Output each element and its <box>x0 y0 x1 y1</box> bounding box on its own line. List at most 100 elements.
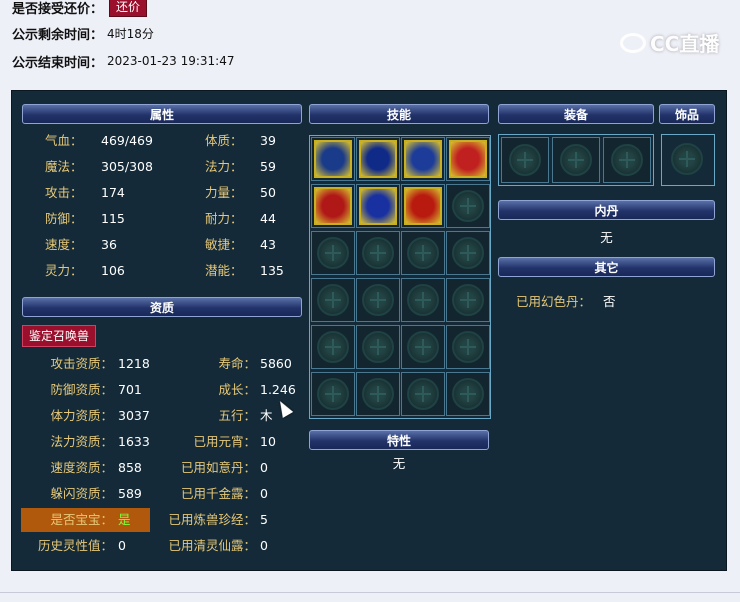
skill-slot[interactable] <box>401 184 445 228</box>
equipment-slot-2[interactable] <box>552 137 600 183</box>
skill-slot[interactable] <box>356 184 400 228</box>
empty-slot-icon <box>407 284 439 316</box>
aptitude-value: 858 <box>118 460 142 475</box>
equipment-slot-1[interactable] <box>501 137 549 183</box>
aptitude-label: 历史灵性值： <box>37 538 113 553</box>
empty-slot-icon <box>452 331 484 363</box>
cc-logo-icon <box>620 32 646 53</box>
aptitude-value-2: 0 <box>260 538 268 553</box>
aptitude-label-2: 已用清灵仙露： <box>168 538 256 553</box>
aptitude-label-2: 已用千金露： <box>180 486 256 501</box>
equipment-slot-3[interactable] <box>603 137 651 183</box>
attribute-value-2: 44 <box>260 211 276 226</box>
aptitude-label: 是否宝宝： <box>50 512 113 527</box>
empty-slot-icon <box>452 237 484 269</box>
attribute-label-2: 敏捷： <box>205 237 243 252</box>
empty-slot-icon <box>362 378 394 410</box>
skeleton-skill-icon <box>314 187 352 225</box>
skill-slot[interactable] <box>311 184 355 228</box>
empty-slot-icon <box>611 144 643 176</box>
end-time-value: 2023-01-23 19:31:47 <box>107 54 235 68</box>
skill-slot[interactable] <box>311 372 355 416</box>
skill-slot[interactable] <box>401 325 445 369</box>
attribute-label: 魔法： <box>45 159 83 174</box>
attribute-label: 防御： <box>45 211 83 226</box>
skill-slot[interactable] <box>356 325 400 369</box>
empty-slot-icon <box>407 331 439 363</box>
empty-slot-icon <box>362 237 394 269</box>
skill-slot[interactable] <box>446 231 490 275</box>
skill-slot[interactable] <box>311 231 355 275</box>
lightning-skill-icon <box>359 187 397 225</box>
sparkle-skill-icon <box>404 140 442 178</box>
attribute-value-2: 59 <box>260 159 276 174</box>
aptitude-value-2: 5 <box>260 512 268 527</box>
skill-slot[interactable] <box>311 325 355 369</box>
aptitude-value: 589 <box>118 486 142 501</box>
skill-slot[interactable] <box>401 137 445 181</box>
skill-slot[interactable] <box>356 231 400 275</box>
aptitude-label: 速度资质： <box>50 460 113 475</box>
attribute-label: 气血： <box>45 133 83 148</box>
aptitude-label-2: 已用元宵： <box>193 434 256 449</box>
attribute-value-2: 43 <box>260 237 276 252</box>
aptitude-value-2: 5860 <box>260 356 292 371</box>
skill-slot[interactable] <box>446 184 490 228</box>
aptitude-value-2: 木 <box>260 408 273 423</box>
accessory-slot[interactable] <box>661 134 715 186</box>
remaining-time-label: 公示剩余时间： <box>12 27 104 43</box>
empty-slot-icon <box>560 144 592 176</box>
attribute-value-2: 50 <box>260 185 276 200</box>
attribute-value-2: 135 <box>260 263 284 278</box>
traits-value: 无 <box>392 456 406 471</box>
end-time-row: 公示结束时间： 2023-01-23 19:31:47 <box>12 50 234 72</box>
stream-watermark: CC直播 <box>620 28 719 57</box>
attribute-value: 305/308 <box>101 159 153 174</box>
skill-slot[interactable] <box>446 137 490 181</box>
other-header: 其它 <box>498 257 715 277</box>
aptitude-value: 是 <box>118 512 131 527</box>
skill-slot[interactable] <box>356 137 400 181</box>
aptitude-value: 3037 <box>118 408 150 423</box>
attribute-label-2: 耐力： <box>205 211 243 226</box>
attribute-label: 灵力： <box>45 263 83 278</box>
wheel-skill-icon <box>314 140 352 178</box>
aptitude-value: 0 <box>118 538 126 553</box>
counter-offer-button[interactable]: 还价 <box>109 0 148 17</box>
aptitude-label-2: 已用炼兽珍经： <box>168 512 256 527</box>
end-time-label: 公示结束时间： <box>12 55 104 71</box>
accessory-header: 饰品 <box>659 104 715 124</box>
aptitude-label: 防御资质： <box>50 382 113 397</box>
skill-slot[interactable] <box>446 278 490 322</box>
attributes-header: 属性 <box>22 104 302 124</box>
empty-slot-icon <box>362 331 394 363</box>
skill-slot[interactable] <box>311 278 355 322</box>
empty-slot-icon <box>509 144 541 176</box>
skill-slot[interactable] <box>401 231 445 275</box>
skill-slot[interactable] <box>446 372 490 416</box>
identify-pet-button[interactable]: 鉴定召唤兽 <box>22 325 97 347</box>
skill-slot[interactable] <box>446 325 490 369</box>
skill-slot[interactable] <box>356 372 400 416</box>
inner-dan-value: 无 <box>600 230 613 245</box>
other-row: 已用幻色丹： 否 <box>516 291 616 313</box>
skill-slot[interactable] <box>401 278 445 322</box>
attribute-label-2: 潜能： <box>205 263 243 278</box>
divider <box>0 592 740 593</box>
empty-slot-icon <box>452 284 484 316</box>
equipment-header: 装备 <box>498 104 654 124</box>
pet-detail-panel: 属性 气血： 469/469 体质： 39 魔法： 305/308 法力： 59 攻… <box>11 90 727 571</box>
empty-slot-icon <box>317 378 349 410</box>
inner-dan-header: 内丹 <box>498 200 715 220</box>
skill-slot[interactable] <box>401 372 445 416</box>
skill-slot[interactable] <box>311 137 355 181</box>
aptitude-value: 701 <box>118 382 142 397</box>
accept-counter-row: 是否接受还价： 还价 <box>12 0 148 18</box>
attribute-label-2: 体质： <box>205 133 243 148</box>
skill-slot[interactable] <box>356 278 400 322</box>
remaining-time-value: 4时18分 <box>107 26 154 41</box>
attribute-label: 速度： <box>45 237 83 252</box>
attribute-value: 115 <box>101 211 125 226</box>
figure-skill-icon <box>359 140 397 178</box>
attribute-value: 106 <box>101 263 125 278</box>
